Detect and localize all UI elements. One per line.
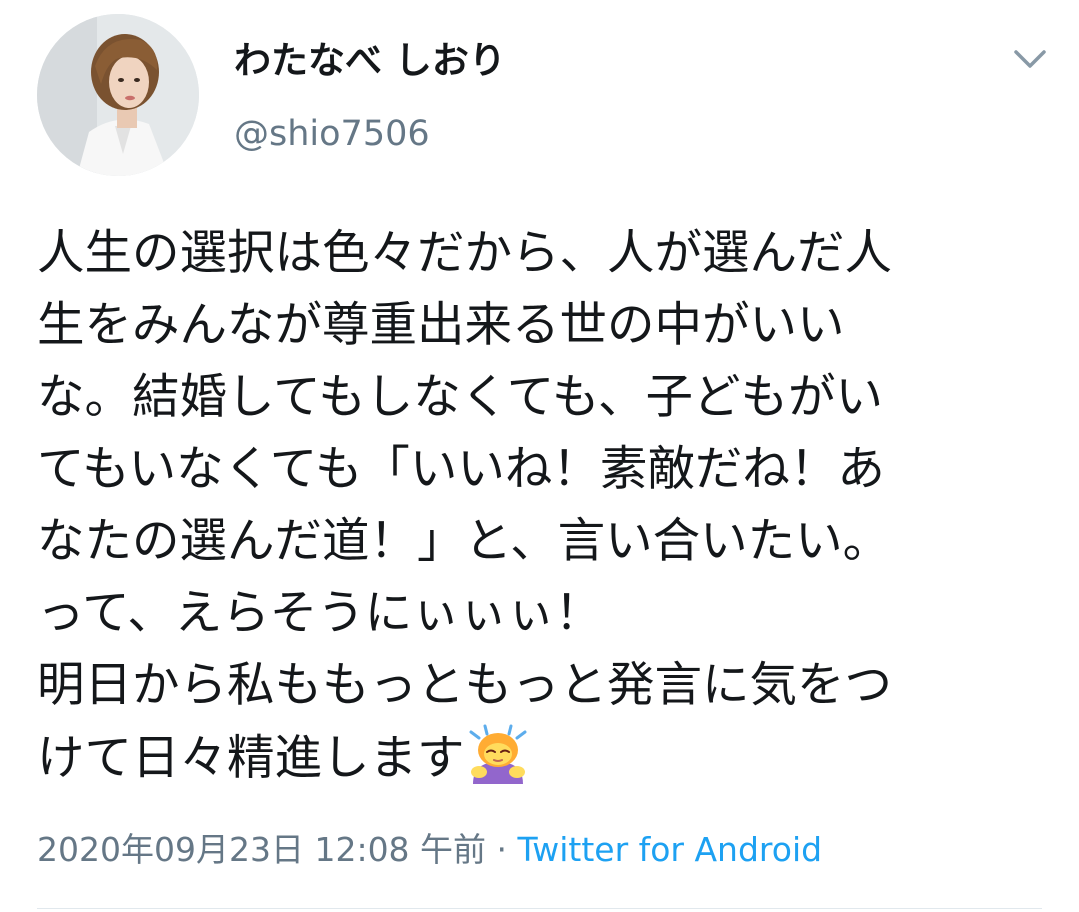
- tweet-meta: 2020年09月23日 12:08 午前 · Twitter for Andro…: [37, 826, 822, 874]
- meta-separator: ·: [486, 830, 518, 869]
- avatar[interactable]: [37, 14, 199, 176]
- tweet-text-line: けて日々精進します: [37, 731, 465, 786]
- tweet-text-last-line: けて日々精進します: [37, 722, 1062, 794]
- chevron-down-icon[interactable]: [1010, 44, 1050, 74]
- tweet-text-line: 人生の選択は色々だから、人が選んだ人: [37, 226, 892, 281]
- tweet-text-line: 生をみんなが尊重出来る世の中がいい: [37, 298, 845, 353]
- tweet-text-line: な。結婚してもしなくても、子どもがい: [37, 370, 883, 425]
- source-link[interactable]: Twitter for Android: [518, 830, 823, 869]
- tweet-text: 人生の選択は色々だから、人が選んだ人 生をみんなが尊重出来る世の中がいい な。結…: [37, 218, 1062, 794]
- timestamp[interactable]: 2020年09月23日 12:08 午前: [37, 830, 486, 869]
- avatar-photo: [37, 14, 199, 176]
- divider: [37, 908, 1042, 909]
- tweet-text-line: なたの選んだ道！」と、言い合いたい。: [37, 514, 891, 569]
- tweet-text-line: 明日から私ももっともっと発言に気をつ: [37, 658, 892, 713]
- tweet-text-line: って、えらそうにぃぃぃ！: [37, 586, 603, 641]
- tweet-text-line: てもいなくても「いいね！素敵だね！あ: [37, 442, 885, 497]
- user-handle[interactable]: @shio7506: [234, 110, 430, 158]
- person-bowing-emoji-icon: [467, 722, 529, 784]
- tweet-card: わたなべ しおり @shio7506 人生の選択は色々だから、人が選んだ人 生を…: [0, 0, 1079, 912]
- display-name[interactable]: わたなべ しおり: [234, 36, 506, 86]
